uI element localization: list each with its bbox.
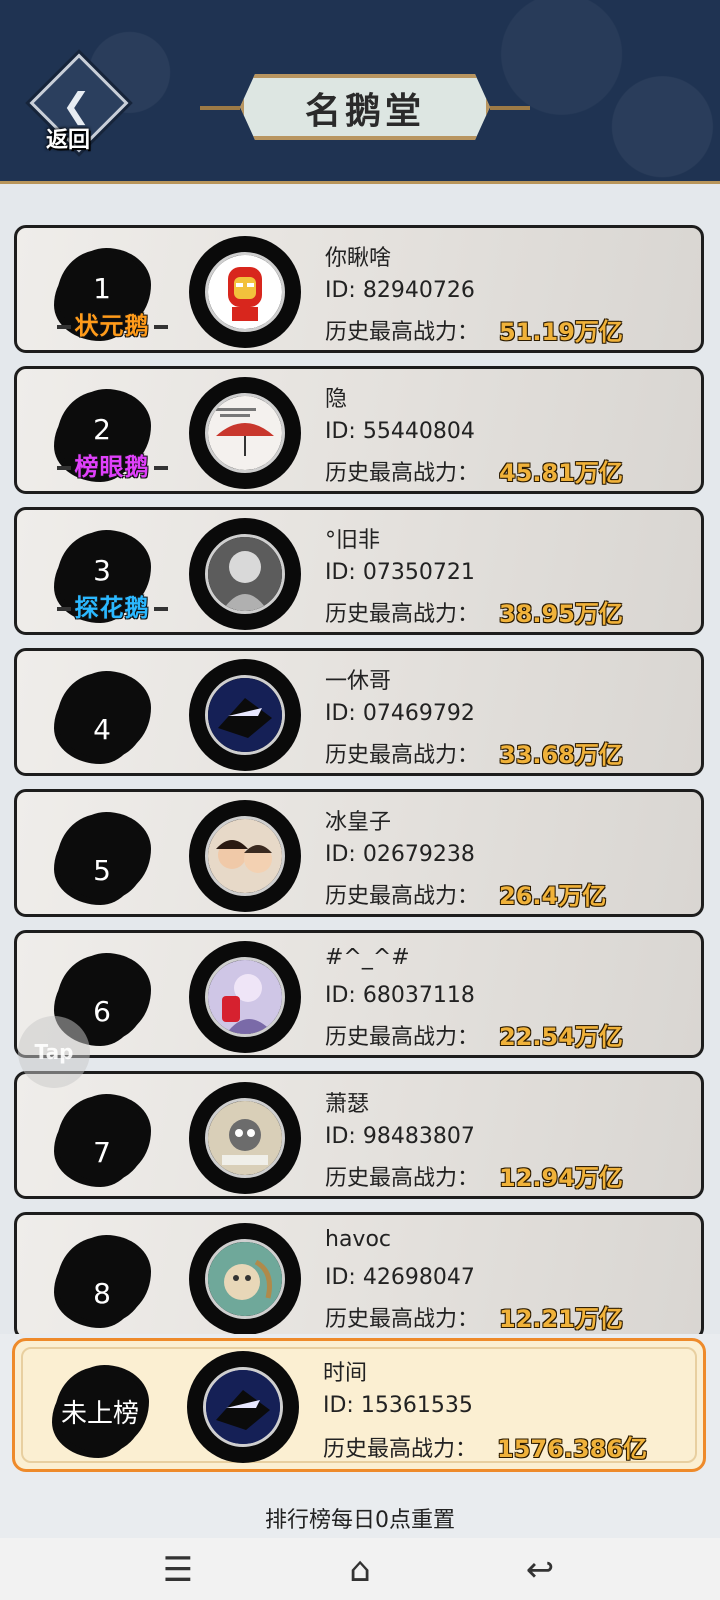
kids-photo-avatar-icon[interactable] <box>205 816 285 896</box>
back-button[interactable]: ❮ 返回 <box>28 53 129 160</box>
player-name: °旧非 <box>325 528 381 553</box>
rank-title-text: 探花鹅 <box>74 594 150 622</box>
power-label: 历史最高战力： <box>323 1437 478 1462</box>
page-title: 名鹅堂 <box>304 90 425 132</box>
rank-number: 1 <box>93 272 111 305</box>
rank-number: 3 <box>93 554 111 587</box>
home-icon[interactable]: ⌂ <box>330 1542 390 1598</box>
title-ornament <box>153 607 168 611</box>
anime-character-avatar-icon[interactable] <box>205 534 285 614</box>
player-id: ID: 07469792 <box>325 701 475 726</box>
menu-icon[interactable]: ☰ <box>148 1542 208 1598</box>
player-name: 萧瑟 <box>325 1092 370 1117</box>
player-id: ID: 55440804 <box>325 419 475 444</box>
title-ornament <box>56 607 71 611</box>
player-id: ID: 68037118 <box>325 983 475 1008</box>
my-id: ID: 15361535 <box>323 1393 473 1418</box>
player-power-value: 22.54万亿 <box>499 1023 623 1051</box>
iron-man-avatar-icon[interactable] <box>205 252 285 332</box>
avatar-frame <box>189 236 301 348</box>
power-label: 历史最高战力： <box>325 602 480 627</box>
ranking-card[interactable]: 4 一休哥 ID: 07469792 历史最高战力： 33.68万亿 <box>14 648 704 776</box>
rank-number: 4 <box>93 713 111 746</box>
avatar-frame <box>189 1082 301 1194</box>
reset-note: 排行榜每日0点重置 <box>265 1508 455 1533</box>
ranking-card[interactable]: 1 状元鹅 你瞅啥 ID: 82940726 历史最高战力： 51.19万亿 <box>14 225 704 353</box>
back-nav-icon[interactable]: ↩ <box>510 1542 570 1598</box>
power-label: 历史最高战力： <box>325 884 480 909</box>
power-label: 历史最高战力： <box>325 461 480 486</box>
avatar-frame <box>189 941 301 1053</box>
ninja-avatar-icon[interactable] <box>205 675 285 755</box>
player-name: 你瞅啥 <box>325 246 392 271</box>
player-id: ID: 98483807 <box>325 1124 475 1149</box>
player-name: 冰皇子 <box>325 810 392 835</box>
cartoon-cat-avatar-icon[interactable] <box>205 1098 285 1178</box>
ranking-list[interactable]: 1 状元鹅 你瞅啥 ID: 82940726 历史最高战力： 51.19万亿 2 榜眼鹅 隐 ID… <box>0 184 720 1334</box>
avatar-frame <box>189 800 301 912</box>
player-name: #^_^# <box>325 945 410 970</box>
anime-girl-avatar-icon[interactable] <box>205 957 285 1037</box>
player-power-value: 12.21万亿 <box>499 1305 623 1333</box>
rank-title-badge: 状元鹅 <box>37 306 187 341</box>
player-name: 一休哥 <box>325 669 392 694</box>
rank-number: 5 <box>93 854 111 887</box>
player-power-value: 26.4万亿 <box>499 882 607 910</box>
my-power-value: 1576.386亿 <box>497 1435 648 1463</box>
cat-illustration-avatar-icon[interactable] <box>205 1239 285 1319</box>
ranking-card[interactable]: 8 havoc ID: 42698047 历史最高战力： 12.21万亿 <box>14 1212 704 1334</box>
title-ornament <box>153 325 168 329</box>
power-label: 历史最高战力： <box>325 1025 480 1050</box>
avatar-frame <box>189 518 301 630</box>
power-label: 历史最高战力： <box>325 1166 480 1191</box>
ranking-card[interactable]: 6 #^_^# ID: 68037118 历史最高战力： 22.54万亿 <box>14 930 704 1058</box>
player-power-value: 33.68万亿 <box>499 741 623 769</box>
avatar-frame <box>189 1223 301 1334</box>
tap-watermark: Tap <box>18 1016 90 1088</box>
title-ornament <box>56 325 71 329</box>
power-label: 历史最高战力： <box>325 743 480 768</box>
rank-title-text: 状元鹅 <box>74 312 150 340</box>
back-label: 返回 <box>46 128 91 153</box>
my-rank-status: 未上榜 <box>60 1399 139 1429</box>
page-title-banner: 名鹅堂 <box>200 72 530 144</box>
player-power-value: 45.81万亿 <box>499 459 623 487</box>
rank-number: 2 <box>93 413 111 446</box>
player-power-value: 51.19万亿 <box>499 318 623 346</box>
rank-number: 7 <box>93 1136 111 1169</box>
player-id: ID: 07350721 <box>325 560 475 585</box>
avatar-frame <box>189 659 301 771</box>
ninja-avatar-icon[interactable] <box>203 1367 283 1447</box>
system-navbar: ☰ ⌂ ↩ <box>0 1538 720 1600</box>
rank-title-badge: 探花鹅 <box>37 588 187 623</box>
player-name: havoc <box>325 1227 391 1252</box>
rank-number: 8 <box>93 1277 111 1310</box>
title-ornament <box>56 466 71 470</box>
rank-title-text: 榜眼鹅 <box>74 453 150 481</box>
player-power-value: 38.95万亿 <box>499 600 623 628</box>
player-id: ID: 82940726 <box>325 278 475 303</box>
power-label: 历史最高战力： <box>325 320 480 345</box>
back-arrow-icon: ❮ <box>62 86 91 126</box>
my-rank-card[interactable]: 未上榜 时间 ID: 15361535 历史最高战力： 1576.386亿 <box>12 1338 706 1472</box>
top-header: ❮ 返回 名鹅堂 <box>0 0 720 184</box>
rank-title-badge: 榜眼鹅 <box>37 447 187 482</box>
ranking-card[interactable]: 5 冰皇子 ID: 02679238 历史最高战力： 26.4万亿 <box>14 789 704 917</box>
ranking-card[interactable]: 7 萧瑟 ID: 98483807 历史最高战力： 12.94万亿 <box>14 1071 704 1199</box>
title-ornament <box>153 466 168 470</box>
player-id: ID: 42698047 <box>325 1265 475 1290</box>
player-power-value: 12.94万亿 <box>499 1164 623 1192</box>
avatar-frame <box>187 1351 299 1463</box>
ranking-card[interactable]: 3 探花鹅 °旧非 ID: 07350721 历史最高战力： 38.95万亿 <box>14 507 704 635</box>
avatar-frame <box>189 377 301 489</box>
my-name: 时间 <box>323 1361 368 1386</box>
power-label: 历史最高战力： <box>325 1307 480 1332</box>
player-name: 隐 <box>325 387 348 412</box>
player-id: ID: 02679238 <box>325 842 475 867</box>
umbrella-photo-avatar-icon[interactable] <box>205 393 285 473</box>
ranking-card[interactable]: 2 榜眼鹅 隐 ID: 55440804 历史最高战力： 45.81万亿 <box>14 366 704 494</box>
